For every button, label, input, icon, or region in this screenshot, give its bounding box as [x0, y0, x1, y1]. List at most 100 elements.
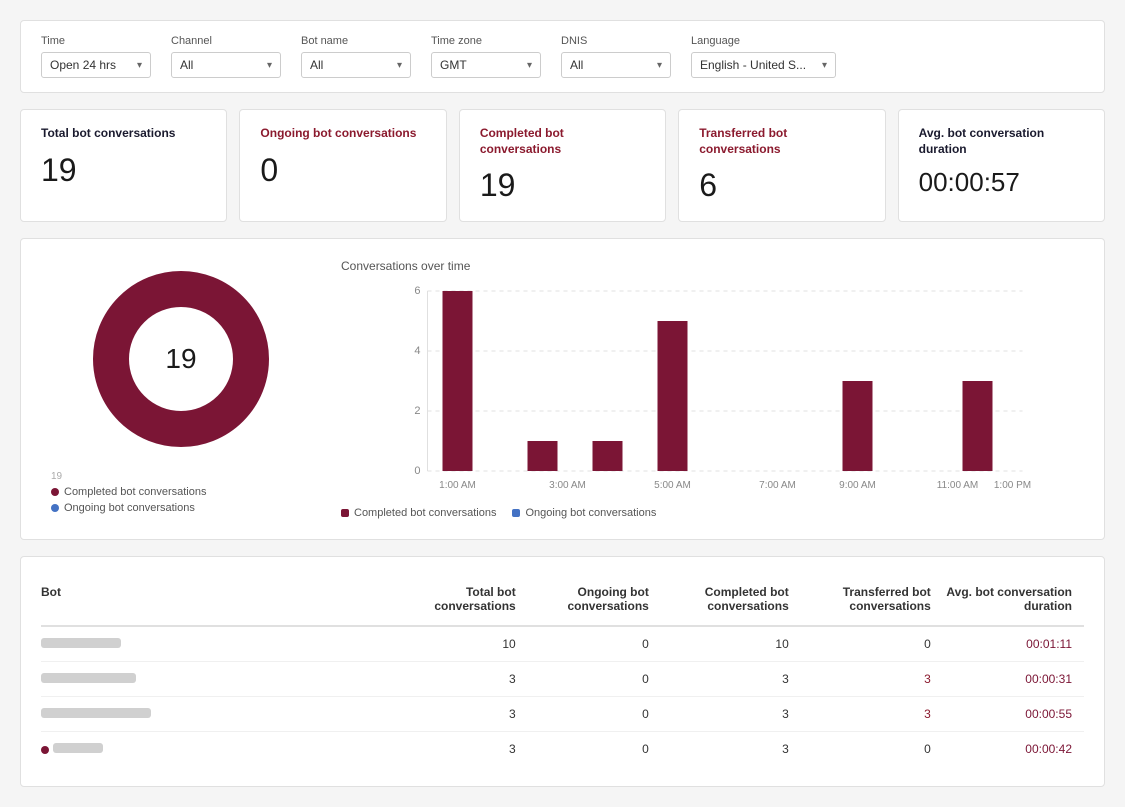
charts-section: 19 19 Completed bot conversations Ongoin…: [20, 238, 1105, 540]
bot-name-cell: [41, 626, 406, 662]
stat-card-avg: Avg. bot conversation duration 00:00:57: [898, 109, 1105, 222]
data-table: Bot Total bot conversations Ongoing bot …: [41, 577, 1084, 766]
bar-legend-completed-label: Completed bot conversations: [354, 507, 496, 519]
filter-timezone-select[interactable]: GMT ▾: [431, 52, 541, 78]
filter-timezone-label: Time zone: [431, 35, 541, 47]
stat-card-ongoing: Ongoing bot conversations 0: [239, 109, 446, 222]
col-completed: Completed bot conversations: [661, 577, 801, 626]
filter-dnis: DNIS All ▾: [561, 35, 671, 78]
col-ongoing: Ongoing bot conversations: [528, 577, 661, 626]
svg-text:1:00 PM: 1:00 PM: [994, 480, 1031, 491]
cell-total: 3: [406, 697, 528, 732]
col-total: Total bot conversations: [406, 577, 528, 626]
stat-total-value: 19: [41, 154, 206, 186]
bar-legend-completed: Completed bot conversations: [341, 507, 496, 519]
col-avg: Avg. bot conversation duration: [943, 577, 1084, 626]
table-row: 303300:00:31: [41, 662, 1084, 697]
donut-legend: 19 Completed bot conversations Ongoing b…: [41, 471, 206, 514]
cell-transferred: 0: [801, 626, 943, 662]
donut-chart: 19: [81, 259, 281, 459]
cell-transferred: 0: [801, 732, 943, 767]
stat-ongoing-label: Ongoing bot conversations: [260, 126, 425, 142]
svg-text:7:00 AM: 7:00 AM: [759, 480, 796, 491]
donut-center-value: 19: [165, 343, 196, 374]
bar-legend-ongoing: Ongoing bot conversations: [512, 507, 656, 519]
legend-completed-label: Completed bot conversations: [64, 486, 206, 498]
cell-completed: 3: [661, 697, 801, 732]
filter-time: Time Open 24 hrs ▾: [41, 35, 151, 78]
filter-botname: Bot name All ▾: [301, 35, 411, 78]
svg-text:3:00 AM: 3:00 AM: [549, 480, 586, 491]
stat-transferred-value: 6: [699, 169, 864, 201]
bar-chart-title: Conversations over time: [341, 259, 1084, 273]
table-row: 10010000:01:11: [41, 626, 1084, 662]
cell-ongoing: 0: [528, 697, 661, 732]
filter-dnis-select[interactable]: All ▾: [561, 52, 671, 78]
cell-transferred: 3: [801, 697, 943, 732]
legend-ongoing-label: Ongoing bot conversations: [64, 502, 195, 514]
filter-channel: Channel All ▾: [171, 35, 281, 78]
filters-bar: Time Open 24 hrs ▾ Channel All ▾ Bot nam…: [20, 20, 1105, 93]
stat-completed-value: 19: [480, 169, 645, 201]
chevron-down-icon: ▾: [137, 60, 142, 71]
col-transferred: Transferred bot conversations: [801, 577, 943, 626]
cell-total: 10: [406, 626, 528, 662]
chevron-down-icon: ▾: [527, 60, 532, 71]
svg-text:2: 2: [414, 405, 420, 417]
svg-text:6: 6: [414, 285, 420, 297]
chevron-down-icon: ▾: [267, 60, 272, 71]
stat-total-label: Total bot conversations: [41, 126, 206, 142]
stat-card-transferred: Transferred bot conversations 6: [678, 109, 885, 222]
cell-ongoing: 0: [528, 732, 661, 767]
cell-completed: 10: [661, 626, 801, 662]
stat-avg-label: Avg. bot conversation duration: [919, 126, 1084, 157]
stat-ongoing-value: 0: [260, 154, 425, 186]
cell-ongoing: 0: [528, 662, 661, 697]
legend-completed: Completed bot conversations: [51, 486, 206, 498]
stat-completed-label: Completed bot conversations: [480, 126, 645, 157]
cell-transferred: 3: [801, 662, 943, 697]
table-row: 303300:00:55: [41, 697, 1084, 732]
filter-language: Language English - United S... ▾: [691, 35, 836, 78]
donut-center: 19: [165, 343, 196, 375]
filter-botname-select[interactable]: All ▾: [301, 52, 411, 78]
bot-name-cell: [41, 732, 406, 767]
bot-name-cell: [41, 697, 406, 732]
filter-language-label: Language: [691, 35, 836, 47]
legend-ongoing: Ongoing bot conversations: [51, 502, 206, 514]
filter-channel-select[interactable]: All ▾: [171, 52, 281, 78]
bar-chart-container: Conversations over time 0 2 4 6: [341, 259, 1084, 519]
stat-transferred-label: Transferred bot conversations: [699, 126, 864, 157]
page-wrapper: Time Open 24 hrs ▾ Channel All ▾ Bot nam…: [0, 0, 1125, 807]
legend-completed-dot: [51, 488, 59, 496]
cell-completed: 3: [661, 662, 801, 697]
filter-time-label: Time: [41, 35, 151, 47]
table-header-row: Bot Total bot conversations Ongoing bot …: [41, 577, 1084, 626]
cell-avg: 00:00:31: [943, 662, 1084, 697]
filter-language-select[interactable]: English - United S... ▾: [691, 52, 836, 78]
table-section: Bot Total bot conversations Ongoing bot …: [20, 556, 1105, 787]
chevron-down-icon: ▾: [397, 60, 402, 71]
cell-total: 3: [406, 662, 528, 697]
bar-legend-completed-dot: [341, 509, 349, 517]
svg-text:9:00 AM: 9:00 AM: [839, 480, 876, 491]
svg-text:1:00 AM: 1:00 AM: [439, 480, 476, 491]
svg-text:11:00 AM: 11:00 AM: [937, 480, 979, 491]
bar-legend-ongoing-label: Ongoing bot conversations: [525, 507, 656, 519]
cell-avg: 00:01:11: [943, 626, 1084, 662]
bar-legend-ongoing-dot: [512, 509, 520, 517]
bar-chart-area: 0 2 4 6: [341, 281, 1084, 501]
stat-avg-value: 00:00:57: [919, 169, 1084, 195]
table-row: 303000:00:42: [41, 732, 1084, 767]
cell-total: 3: [406, 732, 528, 767]
chevron-down-icon: ▾: [657, 60, 662, 71]
cell-avg: 00:00:55: [943, 697, 1084, 732]
legend-ongoing-dot: [51, 504, 59, 512]
filter-time-select[interactable]: Open 24 hrs ▾: [41, 52, 151, 78]
filter-channel-label: Channel: [171, 35, 281, 47]
stat-card-total: Total bot conversations 19: [20, 109, 227, 222]
filter-dnis-label: DNIS: [561, 35, 671, 47]
stat-cards: Total bot conversations 19 Ongoing bot c…: [20, 109, 1105, 222]
chevron-down-icon: ▾: [822, 60, 827, 71]
cell-completed: 3: [661, 732, 801, 767]
